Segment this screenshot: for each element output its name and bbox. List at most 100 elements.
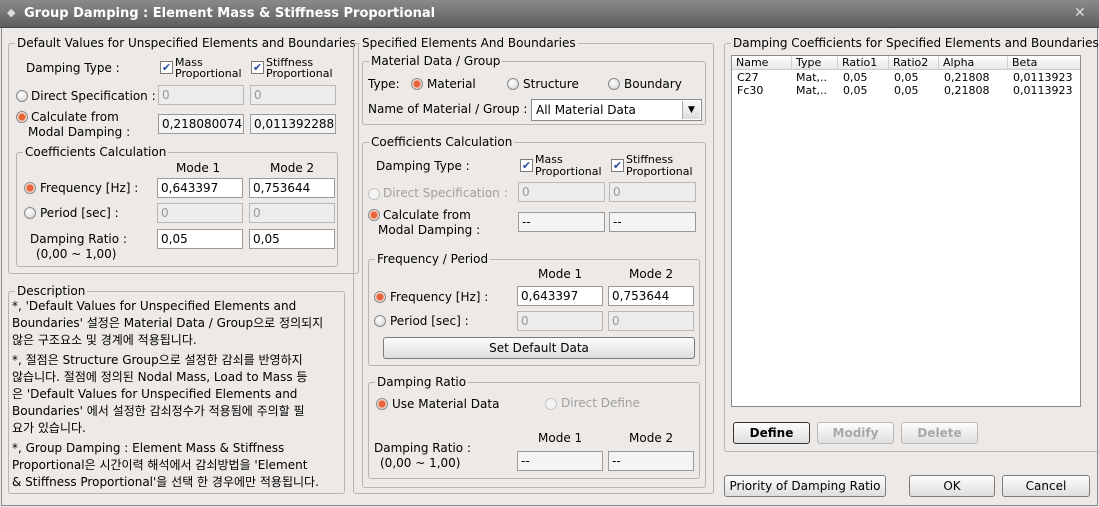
mid-calc-radio[interactable] bbox=[368, 209, 380, 221]
cancel-button[interactable]: Cancel bbox=[1002, 475, 1090, 497]
ok-button[interactable]: OK bbox=[909, 475, 995, 497]
desc-line: Boundaries' 설정은 Material Data / Group으로 … bbox=[12, 316, 324, 330]
mid-damping-type-label: Damping Type : bbox=[376, 159, 470, 173]
left-period-mode2-input[interactable]: 0 bbox=[249, 203, 335, 223]
desc-line: *, 절점은 Structure Group으로 설정한 감쇠를 반영하지 bbox=[12, 353, 303, 367]
col-ratio2[interactable]: Ratio2 bbox=[889, 56, 939, 70]
mid-period-label: Period [sec] : bbox=[390, 314, 469, 328]
mid-frequency-radio[interactable] bbox=[374, 291, 386, 303]
calc-modal-radio[interactable] bbox=[16, 111, 28, 123]
direct-define-label: Direct Define bbox=[561, 396, 640, 410]
direct-spec-radio[interactable] bbox=[16, 90, 28, 102]
priority-damping-ratio-button[interactable]: Priority of Damping Ratio bbox=[724, 475, 886, 497]
desc-line: & Stiffness Proportional'을 선택 한 경우에만 적용됩… bbox=[12, 475, 319, 489]
left-frequency-radio[interactable] bbox=[24, 182, 36, 194]
cell-type: Mat,.. bbox=[796, 84, 828, 97]
mid-direct-field-1[interactable]: 0 bbox=[518, 182, 605, 202]
cell-name: Fc30 bbox=[737, 84, 764, 97]
use-material-label: Use Material Data bbox=[392, 397, 500, 411]
left-mode2-header: Mode 2 bbox=[270, 161, 315, 175]
dr-mode1-header: Mode 1 bbox=[538, 431, 583, 445]
modify-button[interactable]: Modify bbox=[817, 422, 894, 444]
calc-label-2: Modal Damping : bbox=[28, 125, 131, 139]
use-material-radio[interactable] bbox=[376, 398, 388, 410]
mid-mode1-header: Mode 1 bbox=[538, 267, 583, 281]
define-button[interactable]: Define bbox=[733, 422, 810, 444]
mid-calc-label-1: Calculate from bbox=[383, 208, 471, 222]
mid-stiffness-checkbox[interactable]: ✔ bbox=[611, 159, 624, 172]
mid-period-mode1-input[interactable]: 0 bbox=[517, 311, 603, 331]
title-bar: ◆ Group Damping : Element Mass & Stiffne… bbox=[0, 0, 1099, 28]
type-material-radio[interactable] bbox=[411, 78, 423, 90]
mid-period-radio[interactable] bbox=[374, 315, 386, 327]
col-name[interactable]: Name bbox=[732, 56, 792, 70]
dr-label: Damping Ratio : bbox=[374, 441, 471, 455]
mid-freq-mode1-input[interactable]: 0,643397 bbox=[517, 286, 603, 306]
dr-mode2-field: -- bbox=[608, 451, 694, 471]
left-freq-mode2-input[interactable]: 0,753644 bbox=[249, 178, 335, 198]
mid-direct-field-2[interactable]: 0 bbox=[609, 182, 696, 202]
left-ratio-mode1-input[interactable]: 0,05 bbox=[157, 229, 243, 249]
damping-ratio-title: Damping Ratio bbox=[377, 375, 467, 389]
mid-mode2-header: Mode 2 bbox=[629, 267, 674, 281]
freq-period-title: Frequency / Period bbox=[377, 252, 489, 266]
material-group-select[interactable]: All Material Data ▼ bbox=[531, 99, 702, 121]
stiffness-proportional-checkbox[interactable]: ✔ bbox=[251, 61, 264, 74]
direct-spec-label: Direct Specification : bbox=[31, 89, 156, 103]
direct-spec-field-2[interactable]: 0 bbox=[250, 85, 336, 105]
type-boundary-radio[interactable] bbox=[608, 78, 620, 90]
col-beta[interactable]: Beta bbox=[1008, 56, 1081, 70]
delete-button[interactable]: Delete bbox=[901, 422, 978, 444]
left-frequency-label: Frequency [Hz] : bbox=[40, 181, 139, 195]
left-period-mode1-input[interactable]: 0 bbox=[157, 203, 243, 223]
col-type[interactable]: Type bbox=[792, 56, 838, 70]
mid-mass-label-1: Mass bbox=[535, 153, 563, 166]
calc-label-1: Calculate from bbox=[31, 110, 119, 124]
cell-ratio1: 0,05 bbox=[843, 71, 868, 84]
close-icon[interactable]: ✕ bbox=[1074, 5, 1086, 21]
matgroup-title: Material Data / Group bbox=[371, 54, 501, 68]
desc-line: 않습니다. 절점에 정의된 Nodal Mass, Load to Mass 등 bbox=[12, 370, 308, 384]
left-mode1-header: Mode 1 bbox=[176, 161, 221, 175]
desc-line: 요가 있습니다. bbox=[12, 421, 86, 435]
type-structure-label: Structure bbox=[523, 77, 579, 91]
mid-direct-radio[interactable] bbox=[368, 188, 380, 200]
direct-spec-field-1[interactable]: 0 bbox=[158, 85, 244, 105]
left-ratio-range: (0,00 ~ 1,00) bbox=[36, 247, 117, 261]
coefficients-table[interactable]: Name Type Ratio1 Ratio2 Alpha Beta C27 M… bbox=[731, 55, 1081, 407]
cell-alpha: 0,21808 bbox=[944, 71, 990, 84]
left-ratio-mode2-input[interactable]: 0,05 bbox=[249, 229, 335, 249]
chevron-down-icon[interactable]: ▼ bbox=[682, 101, 700, 119]
desc-line: *, Group Damping : Element Mass & Stiffn… bbox=[12, 441, 285, 455]
mid-calc-label-2: Modal Damping : bbox=[378, 223, 481, 237]
window-title: Group Damping : Element Mass & Stiffness… bbox=[24, 6, 436, 21]
default-values-title: Default Values for Unspecified Elements … bbox=[17, 36, 356, 50]
diamond-icon: ◆ bbox=[7, 6, 16, 19]
mid-mass-checkbox[interactable]: ✔ bbox=[520, 159, 533, 172]
mid-stiff-label-1: Stiffness bbox=[626, 153, 674, 166]
desc-line: Boundaries' 에서 설정한 감쇠정수가 적용됨에 주의할 필 bbox=[12, 404, 305, 418]
mass-proportional-checkbox[interactable]: ✔ bbox=[160, 61, 173, 74]
direct-define-radio[interactable] bbox=[545, 398, 557, 410]
desc-line: 은 'Default Values for Unspecified Elemen… bbox=[12, 387, 298, 401]
mid-period-mode2-input[interactable]: 0 bbox=[608, 311, 694, 331]
type-structure-radio[interactable] bbox=[507, 78, 519, 90]
cell-alpha: 0,21808 bbox=[944, 84, 990, 97]
dr-range: (0,00 ~ 1,00) bbox=[380, 456, 461, 470]
set-default-data-button[interactable]: Set Default Data bbox=[383, 337, 695, 359]
mid-calc-field-1: -- bbox=[518, 212, 605, 232]
coefficients-list-title: Damping Coefficients for Specified Eleme… bbox=[733, 36, 1099, 50]
cell-ratio2: 0,05 bbox=[894, 84, 919, 97]
mid-freq-mode2-input[interactable]: 0,753644 bbox=[608, 286, 694, 306]
left-coeff-title: Coefficients Calculation bbox=[25, 145, 167, 159]
left-period-radio[interactable] bbox=[24, 207, 36, 219]
col-alpha[interactable]: Alpha bbox=[939, 56, 1008, 70]
type-label: Type: bbox=[368, 77, 400, 91]
cell-ratio1: 0,05 bbox=[843, 84, 868, 97]
left-freq-mode1-input[interactable]: 0,643397 bbox=[157, 178, 243, 198]
col-ratio1[interactable]: Ratio1 bbox=[838, 56, 889, 70]
desc-line: Proportional은 시간이력 해석에서 감쇠방법을 'Element bbox=[12, 458, 308, 472]
description-text: *, 'Default Values for Unspecified Eleme… bbox=[12, 298, 323, 491]
left-ratio-label: Damping Ratio : bbox=[30, 232, 127, 246]
calc-beta-field: 0,0113922888300 bbox=[250, 114, 336, 134]
